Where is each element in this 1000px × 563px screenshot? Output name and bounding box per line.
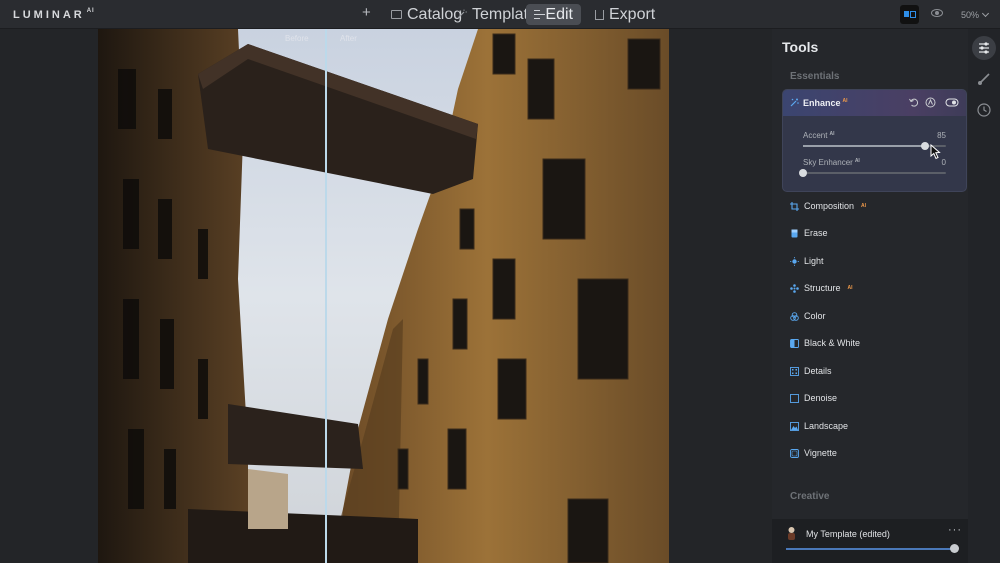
after-label: After — [340, 34, 357, 43]
tool-label: Color — [804, 311, 826, 321]
nav-export[interactable]: Export — [587, 4, 663, 25]
tool-label: Erase — [804, 228, 828, 238]
denoise-icon — [790, 393, 799, 403]
sky-enhancer-slider[interactable] — [799, 169, 946, 177]
tool-denoise[interactable]: Denoise — [790, 391, 844, 405]
section-creative[interactable]: Creative — [790, 491, 829, 502]
enhance-tool-title: Enhance AI — [803, 98, 848, 108]
accent-slider-thumb[interactable] — [920, 142, 929, 150]
tools-panel: Tools Essentials Enhance AI Accent AI 85… — [772, 29, 968, 563]
ai-mask-icon[interactable] — [925, 97, 936, 108]
template-name: My Template (edited) — [806, 529, 890, 539]
logo-text: LUMINAR — [13, 9, 85, 21]
tool-label: Composition — [804, 201, 855, 211]
template-amount-thumb[interactable] — [950, 544, 959, 553]
top-bar: LUMINAR AI + Catalog Templates Edit Expor… — [0, 0, 1000, 29]
app-logo: LUMINAR AI — [13, 8, 95, 21]
tool-color[interactable]: Color — [790, 309, 833, 323]
ai-badge: AI — [847, 285, 853, 291]
section-essentials[interactable]: Essentials — [790, 71, 839, 82]
add-button[interactable]: + — [362, 5, 371, 21]
tool-erase[interactable]: Erase — [790, 226, 835, 240]
tool-details[interactable]: Details — [790, 364, 839, 378]
accent-slider-fill — [803, 145, 925, 147]
before-after-toggle-button[interactable] — [900, 5, 919, 24]
before-after-divider-handle[interactable] — [325, 29, 327, 563]
tool-landscape[interactable]: Landscape — [790, 419, 855, 433]
tool-label: Black & White — [804, 338, 861, 348]
template-bar: My Template (edited) ··· — [772, 519, 968, 563]
nav-export-label: Export — [609, 5, 656, 23]
sliders-icon — [534, 10, 546, 19]
nav-edit-label: Edit — [545, 5, 573, 23]
ai-badge: AI — [861, 203, 867, 209]
right-rail — [968, 29, 1000, 563]
tool-black-and-white[interactable]: Black & White — [790, 336, 867, 350]
enhance-tool-card: Enhance AI Accent AI 85 Sky Enhancer AI 0 — [782, 89, 967, 192]
export-icon — [595, 9, 604, 20]
photo-image — [98, 29, 669, 563]
history-tab-button[interactable] — [972, 98, 996, 122]
tool-label: Landscape — [804, 421, 849, 431]
template-more-button[interactable]: ··· — [948, 524, 962, 536]
visibility-toggle-icon[interactable] — [945, 97, 959, 108]
enhance-tool-header[interactable]: Enhance AI — [783, 90, 966, 116]
tool-label: Light — [804, 256, 824, 266]
vignette-icon — [790, 448, 799, 458]
sky-enhancer-slider-label: Sky Enhancer AI — [803, 158, 860, 167]
ai-badge: AI — [829, 131, 835, 137]
brush-tab-button[interactable] — [972, 67, 996, 91]
before-label: Before — [285, 34, 309, 43]
sky-enhancer-label-text: Sky Enhancer — [803, 158, 853, 167]
sky-enhancer-slider-thumb[interactable] — [799, 169, 807, 177]
details-grid-icon — [790, 366, 799, 376]
landscape-icon — [790, 421, 799, 431]
tool-label: Structure — [804, 283, 841, 293]
tool-composition[interactable]: Composition AI — [790, 199, 866, 213]
template-thumbnail-icon — [788, 527, 795, 540]
black-white-icon — [790, 338, 799, 348]
enhance-tool-name: Enhance — [803, 98, 841, 108]
sun-icon — [790, 256, 799, 266]
sparkle-icon — [790, 98, 799, 107]
brush-icon — [978, 73, 990, 85]
photo[interactable]: Before After — [98, 29, 669, 563]
tools-tab-button[interactable] — [972, 36, 996, 60]
eye-icon[interactable] — [931, 9, 943, 17]
ai-badge: AI — [854, 158, 860, 164]
nav-edit[interactable]: Edit — [526, 4, 581, 25]
undo-icon[interactable] — [908, 97, 919, 108]
tool-label: Details — [804, 366, 832, 376]
tool-light[interactable]: Light — [790, 254, 831, 268]
eraser-icon — [791, 229, 798, 237]
template-amount-slider[interactable] — [786, 548, 955, 550]
magic-wand-icon — [457, 9, 467, 19]
color-circles-icon — [790, 311, 799, 321]
sliders-icon — [979, 42, 989, 54]
history-clock-icon — [977, 103, 991, 117]
crop-icon — [790, 201, 799, 211]
image-canvas: Before After — [0, 29, 772, 563]
ai-badge: AI — [842, 98, 848, 104]
sky-enhancer-slider-value: 0 — [941, 158, 946, 167]
accent-slider-label: Accent AI — [803, 131, 834, 140]
tool-label: Denoise — [804, 393, 838, 403]
zoom-dropdown[interactable]: 50% — [961, 10, 988, 20]
tool-label: Vignette — [804, 448, 837, 458]
logo-suffix: AI — [86, 8, 95, 14]
tool-vignette[interactable]: Vignette — [790, 446, 844, 460]
structure-icon — [790, 283, 799, 293]
tool-structure[interactable]: Structure AI — [790, 281, 853, 295]
accent-slider[interactable] — [803, 142, 946, 150]
panel-title: Tools — [782, 39, 819, 55]
folder-icon — [391, 10, 402, 19]
mouse-cursor-icon — [930, 144, 941, 160]
accent-label-text: Accent — [803, 131, 828, 140]
accent-slider-value: 85 — [937, 131, 946, 140]
